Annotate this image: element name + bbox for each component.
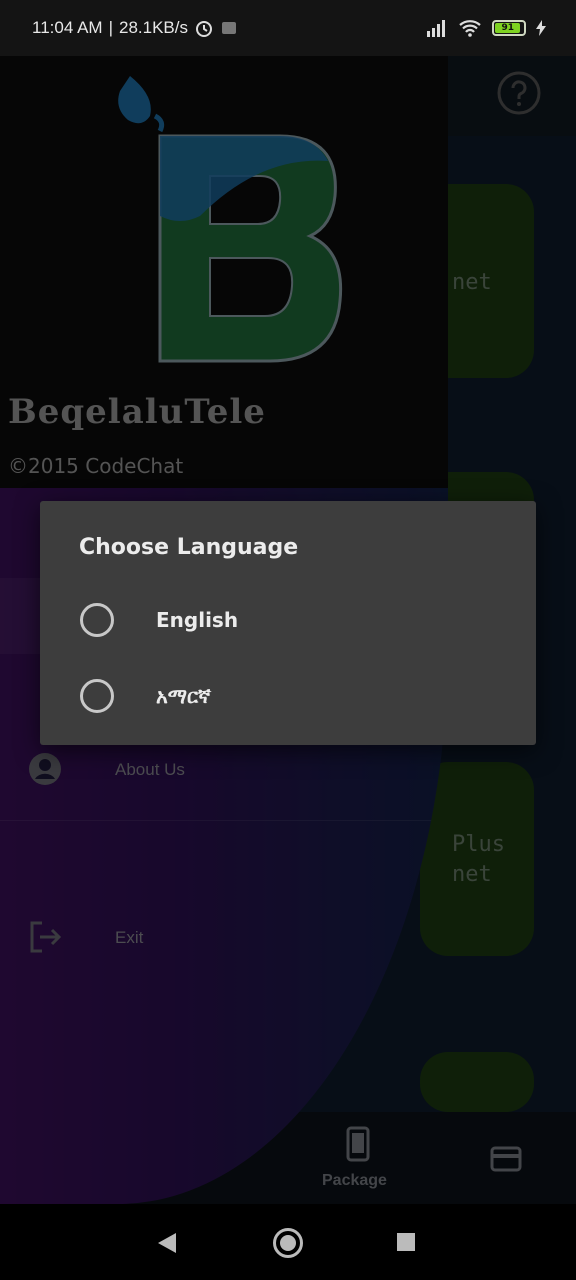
notification-icon <box>222 22 236 34</box>
status-speed: 28.1KB/s <box>119 18 188 37</box>
radio-button[interactable] <box>80 603 114 637</box>
alarm-icon <box>196 21 212 37</box>
language-option-amharic[interactable]: አማርኛ <box>40 657 536 733</box>
recents-icon[interactable] <box>397 1233 415 1251</box>
language-option-english[interactable]: English <box>40 581 536 657</box>
charging-icon <box>536 20 546 36</box>
battery-level: 91 <box>495 23 521 33</box>
back-icon[interactable] <box>156 1231 178 1255</box>
signal-icon <box>427 20 445 37</box>
language-dialog: Choose Language English አማርኛ <box>40 501 536 745</box>
status-separator: | <box>108 18 113 37</box>
option-label: አማርኛ <box>156 684 211 708</box>
dialog-title: Choose Language <box>79 535 299 560</box>
system-navigation-bar <box>0 1204 576 1280</box>
status-bar: 11:04 AM | 28.1KB/s 91 <box>0 0 576 56</box>
status-right: 91 <box>426 19 546 37</box>
battery-icon: 91 <box>492 20 526 36</box>
home-icon[interactable] <box>273 1228 303 1258</box>
option-label: English <box>156 608 239 632</box>
status-left: 11:04 AM | 28.1KB/s <box>32 18 238 38</box>
radio-button[interactable] <box>80 679 114 713</box>
status-time: 11:04 AM <box>32 18 103 37</box>
wifi-icon <box>459 20 481 37</box>
